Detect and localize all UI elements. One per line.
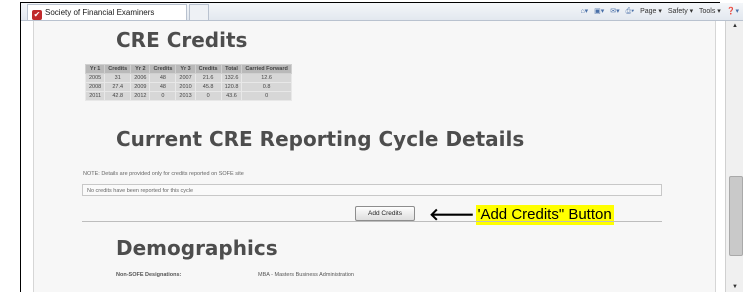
- table-cell: 2013: [175, 91, 196, 101]
- table-cell: 43.6: [220, 91, 243, 101]
- header-yr3: Yr 3: [175, 64, 196, 74]
- mail-icon[interactable]: ✉▾: [610, 8, 619, 15]
- table-cell: 0: [194, 91, 222, 101]
- cre-credits-title: CRE Credits: [116, 28, 248, 52]
- annotation-frame-left: [20, 2, 21, 292]
- header-yr2: Yr 2: [130, 64, 151, 74]
- empty-message: No credits have been reported for this c…: [87, 188, 194, 194]
- tools-menu[interactable]: Tools ▾: [699, 8, 721, 15]
- table-header-row: Yr 1 Credits Yr 2 Credits Yr 3 Credits T…: [84, 64, 292, 74]
- vertical-scrollbar[interactable]: ▲ ▼: [725, 21, 743, 292]
- page-menu[interactable]: Page ▾: [640, 8, 662, 15]
- table-cell: 48: [149, 82, 177, 92]
- left-arrow-icon: 🡐: [429, 205, 475, 225]
- table-cell: 2011: [84, 91, 106, 101]
- table-cell: 2009: [130, 82, 151, 92]
- callout-label: 'Add Credits" Button: [475, 205, 614, 225]
- header-credits3: Credits: [194, 64, 222, 74]
- header-carried-forward: Carried Forward: [241, 64, 292, 74]
- table-cell: 2006: [130, 73, 151, 83]
- table-cell: 21.6: [194, 73, 222, 83]
- site-favicon-icon: ✔: [32, 10, 42, 20]
- table-cell: 0.8: [241, 82, 292, 92]
- designations-value: MBA - Masters Business Administration: [258, 272, 354, 278]
- table-cell: 48: [149, 73, 177, 83]
- demographics-title: Demographics: [116, 236, 278, 260]
- header-credits2: Credits: [149, 64, 177, 74]
- table-row: 2008 27.4 2009 48 2010 45.8 120.8 0.8: [84, 82, 292, 92]
- table-cell: 2012: [130, 91, 151, 101]
- cre-credits-table: Yr 1 Credits Yr 2 Credits Yr 3 Credits T…: [84, 64, 292, 101]
- scroll-up-arrow-icon[interactable]: ▲: [726, 21, 743, 31]
- table-cell: 45.8: [194, 82, 222, 92]
- add-credits-button[interactable]: Add Credits: [355, 206, 415, 221]
- table-cell: 2008: [84, 82, 106, 92]
- command-bar: ⌂▾ ▣▾ ✉▾ ⎙▾ Page ▾ Safety ▾ Tools ▾ ❓▾: [580, 5, 743, 19]
- help-icon[interactable]: ❓▾: [727, 8, 739, 15]
- header-credits1: Credits: [104, 64, 132, 74]
- home-icon[interactable]: ⌂▾: [580, 8, 588, 15]
- cycle-note: NOTE: Details are provided only for cred…: [83, 171, 244, 177]
- table-cell: 27.4: [104, 82, 132, 92]
- table-cell: 2005: [84, 73, 106, 83]
- safety-menu[interactable]: Safety ▾: [668, 8, 693, 15]
- scrollbar-thumb[interactable]: [729, 176, 743, 256]
- cycle-details-title: Current CRE Reporting Cycle Details: [116, 127, 525, 151]
- table-cell: 0: [241, 91, 292, 101]
- feeds-icon[interactable]: ▣▾: [594, 8, 604, 15]
- browser-tab[interactable]: ✔ Society of Financial Examiners: [27, 4, 187, 20]
- table-cell: 0: [149, 91, 177, 101]
- table-cell: 2007: [175, 73, 196, 83]
- table-cell: 132.6: [220, 73, 243, 83]
- tab-title: Society of Financial Examiners: [45, 8, 155, 17]
- table-cell: 42.8: [104, 91, 132, 101]
- table-cell: 2010: [175, 82, 196, 92]
- browser-toolbar: ✔ Society of Financial Examiners ⌂▾ ▣▾ ✉▾…: [21, 3, 743, 21]
- table-cell: 12.6: [241, 73, 292, 83]
- scroll-down-arrow-icon[interactable]: ▼: [726, 282, 743, 292]
- designations-label: Non-SOFE Designations:: [116, 272, 182, 278]
- new-tab-button[interactable]: [189, 4, 209, 20]
- cycle-credits-list: No credits have been reported for this c…: [82, 184, 662, 196]
- table-cell: 120.8: [220, 82, 243, 92]
- add-credits-callout: 🡐 'Add Credits" Button: [429, 205, 614, 225]
- header-yr1: Yr 1: [84, 64, 106, 74]
- section-divider: [82, 221, 662, 222]
- print-icon[interactable]: ⎙▾: [626, 8, 635, 15]
- table-row: 2005 31 2006 48 2007 21.6 132.6 12.6: [84, 73, 292, 83]
- header-total: Total: [220, 64, 243, 74]
- table-row: 2011 42.8 2012 0 2013 0 43.6 0: [84, 91, 292, 101]
- table-cell: 31: [104, 73, 132, 83]
